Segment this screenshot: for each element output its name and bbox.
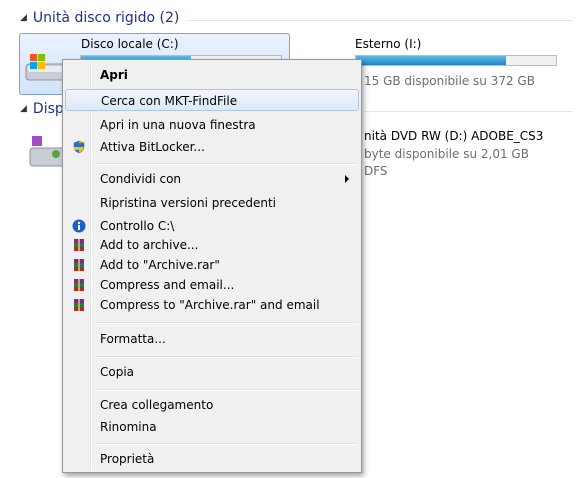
drive-c-name: Disco locale (C:) xyxy=(81,37,179,51)
menu-separator xyxy=(95,322,358,324)
menu-item-ripristina-versioni[interactable]: Ripristina versioni precedenti xyxy=(65,192,359,214)
drive-i-name[interactable]: Esterno (I:) xyxy=(355,37,421,51)
group-header-removable[interactable]: ◢ Disp xyxy=(20,101,64,117)
menu-item-cerca-mkt-findfile[interactable]: Cerca con MKT-FindFile xyxy=(65,89,359,111)
dvd-filesystem: DFS xyxy=(364,164,388,178)
winrar-icon xyxy=(74,239,84,251)
menu-item-copia[interactable]: Copia xyxy=(65,361,359,383)
collapse-triangle-icon[interactable]: ◢ xyxy=(20,104,27,114)
group-title: Disp xyxy=(32,101,64,117)
menu-item-condividi-con[interactable]: Condividi con xyxy=(65,168,359,190)
context-menu: Apri Cerca con MKT-FindFile Apri in una … xyxy=(62,59,362,473)
collapse-triangle-icon[interactable]: ◢ xyxy=(20,13,27,23)
group-divider xyxy=(364,111,573,112)
dvd-free-space: byte disponibile su 2,01 GB xyxy=(364,147,529,161)
group-header-hard-disks[interactable]: ◢ Unità disco rigido (2) xyxy=(20,10,179,26)
winrar-icon xyxy=(74,299,84,311)
winrar-icon xyxy=(74,279,84,291)
dvd-drive-name[interactable]: nità DVD RW (D:) ADOBE_CS3 xyxy=(364,129,543,143)
menu-item-compress-to-archive-rar-email[interactable]: Compress to "Archive.rar" and email xyxy=(65,294,359,316)
menu-item-compress-and-email[interactable]: Compress and email... xyxy=(65,274,359,296)
menu-item-attiva-bitlocker[interactable]: Attiva BitLocker... xyxy=(65,136,359,158)
group-divider xyxy=(188,20,573,21)
drive-i-free-space: 15 GB disponibile su 372 GB xyxy=(364,74,535,88)
drive-i-usage-fill xyxy=(356,56,506,65)
submenu-arrow-icon xyxy=(345,175,349,183)
menu-item-add-to-archive[interactable]: Add to archive... xyxy=(65,234,359,256)
menu-item-add-to-archive-rar[interactable]: Add to "Archive.rar" xyxy=(65,254,359,276)
info-icon xyxy=(72,219,86,233)
menu-item-apri[interactable]: Apri xyxy=(65,64,359,86)
menu-item-apri-nuova-finestra[interactable]: Apri in una nuova finestra xyxy=(65,114,359,136)
menu-separator xyxy=(95,356,358,358)
drive-i-usage-bar xyxy=(355,55,557,66)
menu-separator xyxy=(95,163,358,165)
group-title: Unità disco rigido (2) xyxy=(32,10,180,26)
menu-item-formatta[interactable]: Formatta... xyxy=(65,328,359,350)
menu-item-crea-collegamento[interactable]: Crea collegamento xyxy=(65,394,359,416)
menu-separator xyxy=(95,389,358,391)
winrar-icon xyxy=(74,259,84,271)
shield-icon xyxy=(73,140,85,154)
menu-item-proprieta[interactable]: Proprietà xyxy=(65,448,359,470)
menu-separator xyxy=(95,443,358,445)
menu-item-rinomina[interactable]: Rinomina xyxy=(65,416,359,438)
